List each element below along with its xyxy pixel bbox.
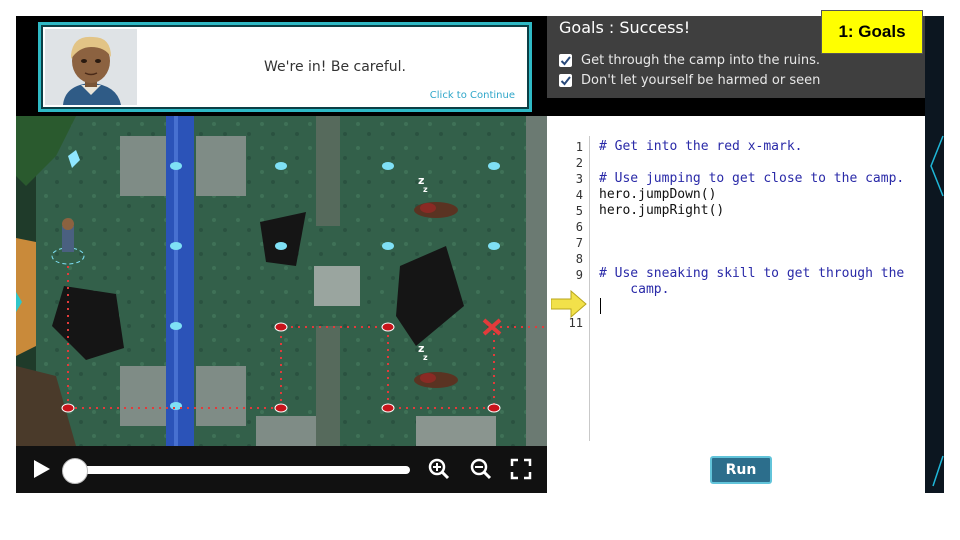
checkbox-checked-icon	[559, 54, 572, 67]
zoom-out-icon[interactable]	[470, 458, 492, 484]
code-line[interactable]: hero.jumpDown()	[599, 187, 716, 202]
goal-label: Don't let yourself be harmed or seen	[581, 73, 821, 88]
sleep-mark: z	[423, 353, 428, 362]
play-icon[interactable]	[34, 460, 50, 482]
right-edge-frame	[925, 16, 944, 493]
gutter-divider	[589, 136, 590, 441]
line-number: 3	[575, 172, 583, 186]
code-line[interactable]: # Get into the red x-mark.	[599, 139, 803, 154]
timeline-scrubber[interactable]	[70, 466, 410, 474]
line-number: 1	[575, 140, 583, 154]
line-number: 8	[575, 252, 583, 266]
scrubber-handle[interactable]	[62, 458, 88, 484]
line-number: 4	[575, 188, 583, 202]
game-window: We're in! Be careful. Click to Continue …	[16, 16, 944, 493]
line-number: 5	[575, 204, 583, 218]
code-line[interactable]: # Use jumping to get close to the camp.	[599, 171, 904, 186]
line-number: 7	[575, 236, 583, 250]
code-line[interactable]: # Use sneaking skill to get through the	[599, 266, 904, 281]
line-number: 9	[575, 268, 583, 282]
text-cursor	[600, 298, 601, 314]
current-line-arrow-icon	[550, 289, 587, 322]
playback-controls	[16, 446, 547, 493]
line-number: 2	[575, 156, 583, 170]
goal-label: Get through the camp into the ruins.	[581, 53, 820, 68]
goals-title: Goals : Success!	[559, 18, 691, 37]
line-number: 6	[575, 220, 583, 234]
code-editor[interactable]: 1 2 3 4 5 6 7 8 9 11 # Get into the red …	[547, 116, 925, 493]
checkbox-checked-icon	[559, 74, 572, 87]
sleep-mark: z	[423, 185, 428, 194]
goals-badge: 1: Goals	[821, 10, 923, 54]
dialog-message: We're in! Be careful.	[264, 59, 406, 75]
zoom-in-icon[interactable]	[428, 458, 450, 484]
goal-item: Don't let yourself be harmed or seen	[559, 73, 820, 88]
game-viewport[interactable]: z z z z	[16, 116, 547, 446]
run-button[interactable]: Run	[710, 456, 772, 484]
code-line[interactable]: camp.	[599, 282, 669, 297]
fullscreen-icon[interactable]	[510, 458, 532, 484]
code-line[interactable]: hero.jumpRight()	[599, 203, 724, 218]
hero-portrait	[45, 29, 137, 105]
goal-item: Get through the camp into the ruins.	[559, 53, 820, 68]
dialog-box: We're in! Be careful. Click to Continue	[38, 22, 532, 112]
continue-link[interactable]: Click to Continue	[430, 90, 515, 101]
